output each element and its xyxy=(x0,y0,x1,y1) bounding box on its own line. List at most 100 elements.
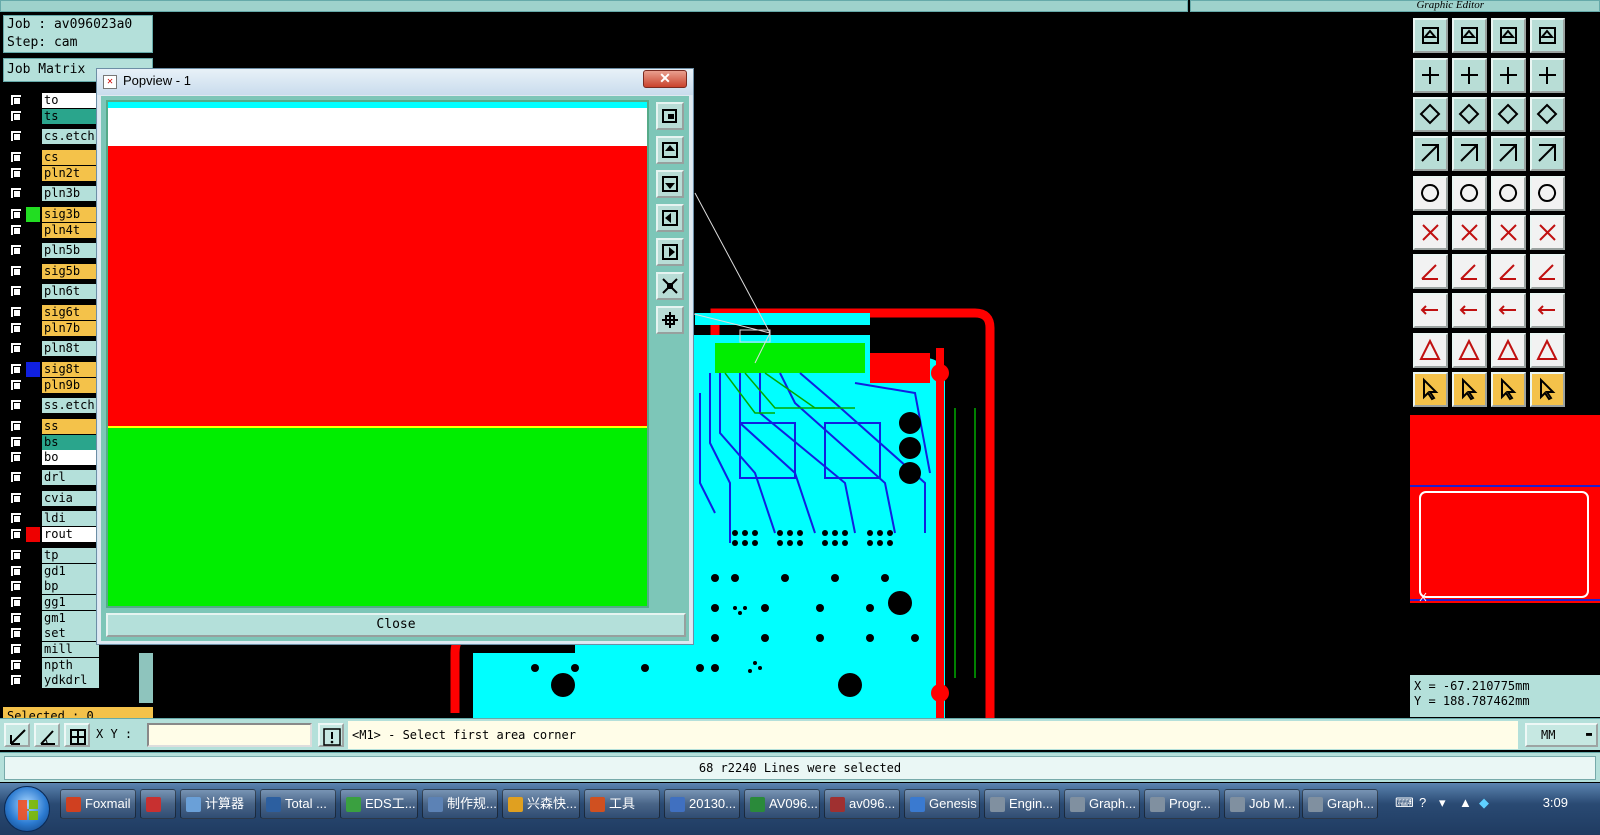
taskbar-item[interactable]: Job M... xyxy=(1224,789,1300,819)
layer-checkbox[interactable] xyxy=(10,580,22,592)
layer-color-swatch[interactable] xyxy=(26,166,40,181)
snap-pad-icon[interactable] xyxy=(1413,293,1448,328)
layer-checkbox[interactable] xyxy=(10,379,22,391)
layer-name[interactable]: mill xyxy=(42,642,99,657)
pointer-frame-icon[interactable] xyxy=(1491,372,1526,407)
layer-checkbox[interactable] xyxy=(10,512,22,524)
layer-name[interactable]: bo xyxy=(42,450,99,465)
layer-color-swatch[interactable] xyxy=(26,579,40,594)
layer-color-swatch[interactable] xyxy=(26,186,40,201)
layer-color-swatch[interactable] xyxy=(26,223,40,238)
taskbar-item[interactable]: EDS工... xyxy=(340,789,418,819)
taskbar-item[interactable]: Total ... xyxy=(260,789,336,819)
route-alt-icon[interactable] xyxy=(1530,136,1565,171)
layer-checkbox[interactable] xyxy=(10,492,22,504)
layer-color-swatch[interactable] xyxy=(26,642,40,657)
layer-name[interactable]: set xyxy=(42,626,99,641)
layer-name[interactable]: gg1 xyxy=(42,595,99,610)
start-button[interactable] xyxy=(4,786,50,832)
layer-checkbox[interactable] xyxy=(10,436,22,448)
layer-color-swatch[interactable] xyxy=(26,548,40,563)
layer-name[interactable]: pln7b xyxy=(42,321,99,336)
export-icon[interactable] xyxy=(1452,18,1487,53)
layer-checkbox[interactable] xyxy=(10,627,22,639)
overview-map[interactable] xyxy=(1410,415,1600,675)
layer-name[interactable]: sig8t xyxy=(42,362,99,377)
help-icon[interactable] xyxy=(1530,97,1565,132)
layer-name[interactable]: pln8t xyxy=(42,341,99,356)
layer-checkbox[interactable] xyxy=(10,130,22,142)
layer-name[interactable]: pln6t xyxy=(42,284,99,299)
select-point-icon[interactable] xyxy=(1413,176,1448,211)
keyboard-icon[interactable]: ⌨ xyxy=(1395,795,1414,811)
notification-icon[interactable]: ▾ xyxy=(1439,795,1446,811)
layer-name[interactable]: sig3b xyxy=(42,207,99,222)
help-icon[interactable]: ? xyxy=(1419,795,1426,810)
move-left-icon[interactable] xyxy=(1413,58,1448,93)
layer-name[interactable]: pln4t xyxy=(42,223,99,238)
triangle-a-icon[interactable] xyxy=(1452,333,1487,368)
triangle-b-icon[interactable] xyxy=(1491,333,1526,368)
grid-snap-icon[interactable] xyxy=(64,723,90,747)
layer-color-swatch[interactable] xyxy=(26,93,40,108)
layer-color-swatch[interactable] xyxy=(26,527,40,542)
rotate-icon[interactable] xyxy=(1491,254,1526,289)
layer-name[interactable]: npth xyxy=(42,658,99,673)
popview-close-button[interactable]: Close xyxy=(106,613,686,637)
taskbar-item[interactable]: Progr... xyxy=(1144,789,1220,819)
measure-icon[interactable] xyxy=(1491,176,1526,211)
pan-down-icon[interactable] xyxy=(656,170,684,198)
layer-name[interactable]: cs.etch xyxy=(42,129,99,144)
layer-checkbox[interactable] xyxy=(10,224,22,236)
units-selector[interactable]: MM ▬ xyxy=(1525,723,1598,747)
scale-icon[interactable] xyxy=(1491,97,1526,132)
frame-icon[interactable] xyxy=(1530,18,1565,53)
clock[interactable]: 3:09 xyxy=(1543,795,1568,810)
popview-titlebar[interactable]: ✕ Popview - 1 ✕ xyxy=(97,69,693,95)
layer-name[interactable]: drl xyxy=(42,470,99,485)
layer-name[interactable]: gm1 xyxy=(42,611,99,626)
connect-icon[interactable] xyxy=(1413,215,1448,250)
route-icon[interactable] xyxy=(1491,136,1526,171)
config-icon[interactable] xyxy=(1413,136,1448,171)
pointer-box-icon[interactable] xyxy=(1452,372,1487,407)
layer-checkbox[interactable] xyxy=(10,151,22,163)
layer-checkbox[interactable] xyxy=(10,565,22,577)
show-hidden-icon[interactable]: ▲ xyxy=(1459,795,1472,810)
snap-mode-icon[interactable] xyxy=(4,723,30,747)
layer-checkbox[interactable] xyxy=(10,208,22,220)
layer-checkbox[interactable] xyxy=(10,285,22,297)
taskbar-item[interactable]: 兴森快... xyxy=(502,789,580,819)
line-icon[interactable] xyxy=(1491,215,1526,250)
taskbar-item[interactable]: Engin... xyxy=(984,789,1060,819)
layer-color-swatch[interactable] xyxy=(26,150,40,165)
layer-name[interactable]: pln9b xyxy=(42,378,99,393)
layer-name[interactable]: ldi xyxy=(42,511,99,526)
taskbar-item[interactable]: 20130... xyxy=(664,789,740,819)
dot-icon[interactable] xyxy=(1530,176,1565,211)
layer-color-swatch[interactable] xyxy=(26,398,40,413)
layer-color-swatch[interactable] xyxy=(26,129,40,144)
triangle-c-icon[interactable] xyxy=(1530,333,1565,368)
layer-checkbox[interactable] xyxy=(10,643,22,655)
layer-checkbox[interactable] xyxy=(10,549,22,561)
layer-list-scrollbar[interactable] xyxy=(139,653,153,703)
layer-color-swatch[interactable] xyxy=(26,450,40,465)
zoom-extents-icon[interactable] xyxy=(1413,97,1448,132)
layer-color-swatch[interactable] xyxy=(26,243,40,258)
layer-name[interactable]: sig6t xyxy=(42,305,99,320)
taskbar-item[interactable]: 计算器 xyxy=(180,789,256,819)
layer-row[interactable]: ydkdrl xyxy=(3,673,153,688)
layer-checkbox[interactable] xyxy=(10,420,22,432)
layer-color-swatch[interactable] xyxy=(26,362,40,377)
layer-name[interactable]: pln3b xyxy=(42,186,99,201)
layer-checkbox[interactable] xyxy=(10,596,22,608)
alert-icon[interactable] xyxy=(318,723,344,747)
layer-color-swatch[interactable] xyxy=(26,378,40,393)
layer-name[interactable]: bp xyxy=(42,579,99,594)
layer-name[interactable]: rout xyxy=(42,527,99,542)
taskbar-item[interactable]: Genesis xyxy=(904,789,980,819)
angle-icon[interactable] xyxy=(1413,254,1448,289)
layer-checkbox[interactable] xyxy=(10,306,22,318)
network-icon[interactable]: ◆ xyxy=(1479,795,1489,811)
